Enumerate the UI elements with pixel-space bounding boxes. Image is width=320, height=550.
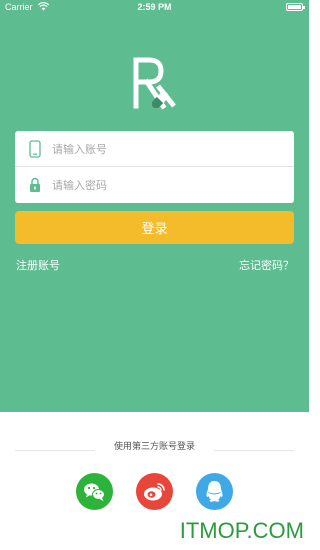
login-button[interactable]: 登录 (15, 211, 294, 244)
qq-login-button[interactable] (196, 473, 233, 510)
account-row (15, 131, 294, 167)
phone-icon (28, 140, 42, 158)
watermark: ITMOP.COM (179, 518, 304, 543)
weibo-icon (144, 483, 165, 501)
wechat-login-button[interactable] (76, 473, 113, 510)
register-link[interactable]: 注册账号 (16, 257, 60, 273)
login-form (15, 131, 294, 203)
lock-icon (28, 176, 42, 194)
weibo-login-button[interactable] (136, 473, 173, 510)
password-input[interactable] (52, 175, 282, 195)
password-row (15, 167, 294, 203)
battery-icon (286, 3, 305, 11)
forgot-password-link[interactable]: 忘记密码？ (239, 257, 294, 273)
divider-right (214, 450, 294, 451)
status-bar: Carrier 2:59 PM (0, 0, 309, 16)
clock: 2:59 PM (137, 2, 172, 12)
wechat-icon (84, 483, 105, 501)
qq-icon (206, 481, 223, 502)
account-input[interactable] (52, 139, 282, 159)
rx-logo (130, 56, 180, 112)
